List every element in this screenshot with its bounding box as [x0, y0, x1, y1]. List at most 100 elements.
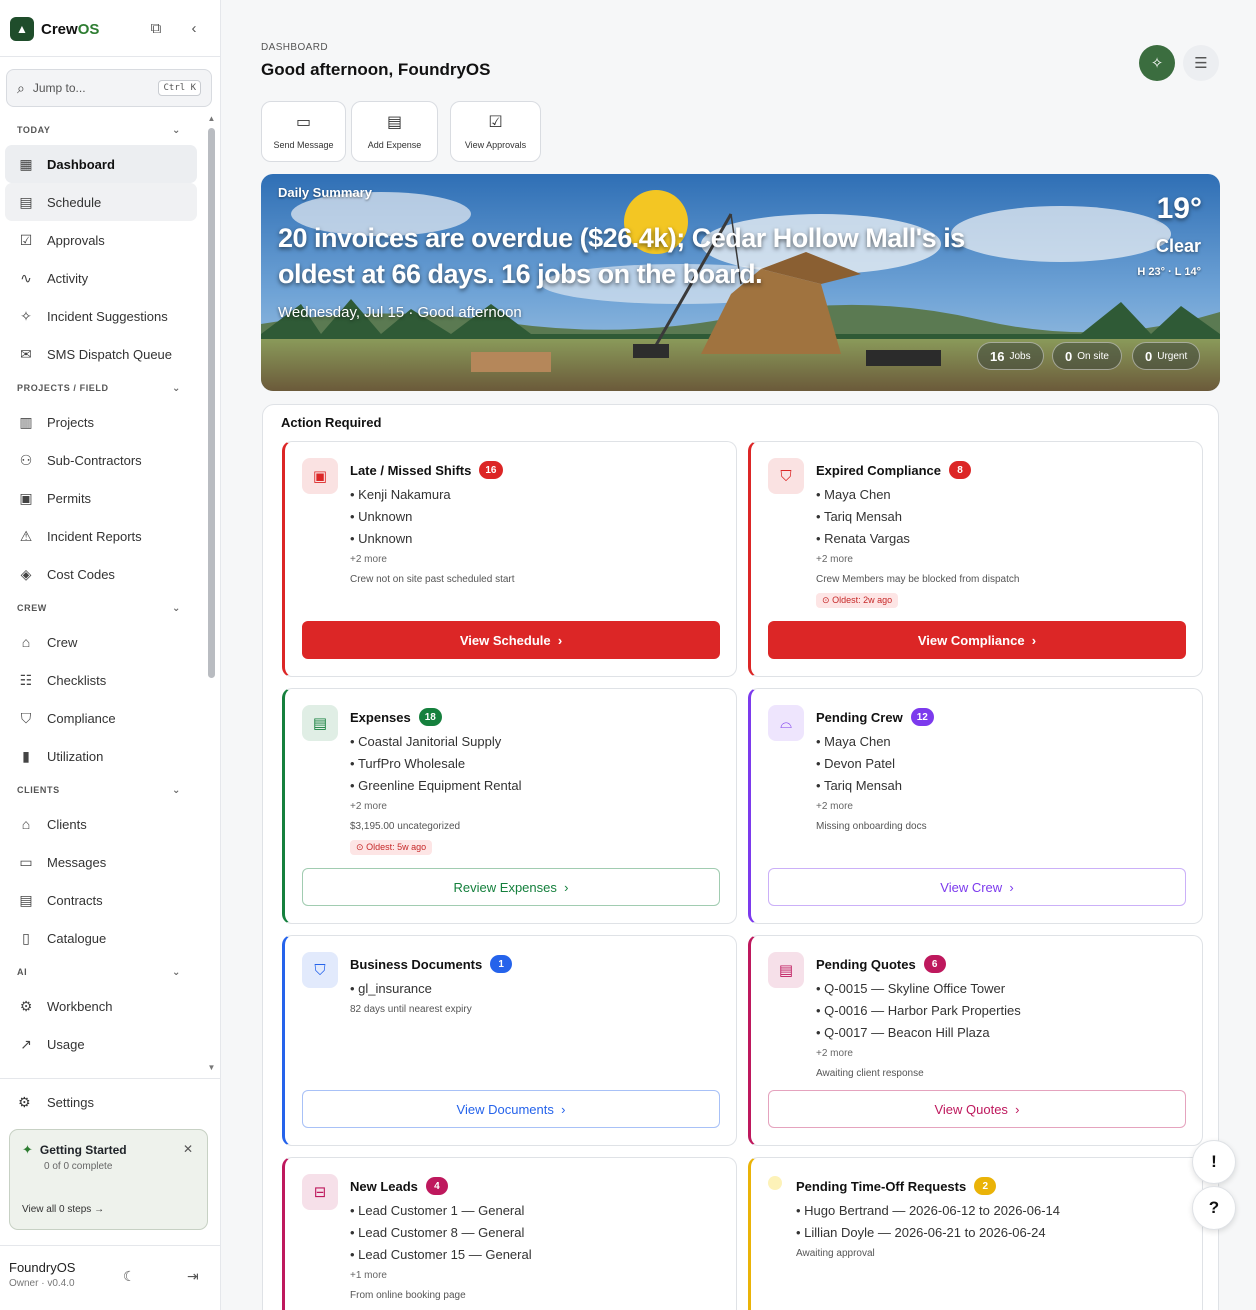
list-item[interactable]: • Tariq Mensah	[816, 506, 1019, 528]
sidebar-item-compliance[interactable]: ⛉ Compliance	[5, 699, 197, 737]
brand[interactable]: ▲ CrewOS	[10, 17, 99, 41]
scroll-thumb[interactable]	[208, 128, 215, 678]
sidebar-item-permits[interactable]: ▣ Permits	[5, 479, 197, 517]
count-badge: 16	[479, 461, 503, 479]
sidebar-item-workbench[interactable]: ⚙ Workbench	[5, 987, 197, 1025]
sidebar-item-checklists[interactable]: ☷ Checklists	[5, 661, 197, 699]
sidebar-item-cost-codes[interactable]: ◈ Cost Codes	[5, 555, 197, 593]
send-message-button[interactable]: ▭ Send Message	[261, 101, 346, 162]
receipt-icon: ▤	[386, 114, 403, 131]
moon-icon[interactable]: ☾	[123, 1268, 136, 1285]
list-item[interactable]: • Greenline Equipment Rental	[350, 775, 522, 797]
search-icon: ⌕	[17, 79, 25, 96]
sidebar-section-clients[interactable]: CLIENTS ⌄	[0, 775, 206, 805]
sidebar-item-catalogue[interactable]: ▯ Catalogue	[5, 919, 197, 957]
view-compliance-button[interactable]: View Compliance ›	[768, 621, 1186, 659]
chevron-right-icon: ›	[1015, 1101, 1020, 1117]
more-link[interactable]: +2 more	[816, 797, 927, 817]
logout-icon[interactable]: ⇥	[187, 1268, 199, 1285]
jobs-chip[interactable]: 16 Jobs	[977, 342, 1044, 370]
list-item[interactable]: • Maya Chen	[816, 731, 927, 753]
list-item[interactable]: • Devon Patel	[816, 753, 927, 775]
sidebar-section-ai[interactable]: AI ⌄	[0, 957, 206, 987]
more-link[interactable]: +1 more	[350, 1266, 532, 1286]
sidebar-scrollbar[interactable]: ▲ ▼	[207, 114, 216, 1073]
incident-reports-icon: ⚠	[19, 527, 33, 544]
compliance-icon: ⛉	[20, 709, 32, 726]
sidebar-item-utilization[interactable]: ▮ Utilization	[5, 737, 197, 775]
list-item[interactable]: • Maya Chen	[816, 484, 1019, 506]
sidebar-item-schedule[interactable]: ▤ Schedule	[5, 183, 197, 221]
list-item[interactable]: • Q-0016 — Harbor Park Properties	[816, 1000, 1021, 1022]
sidebar-item-incident-reports[interactable]: ⚠ Incident Reports	[5, 517, 197, 555]
customize-button[interactable]: ☰	[1183, 45, 1219, 81]
more-link[interactable]: +2 more	[816, 1044, 1021, 1064]
alert-button[interactable]: !	[1192, 1140, 1236, 1184]
sidebar-item-dashboard[interactable]: ▦ Dashboard	[5, 145, 197, 183]
list-item[interactable]: • Lead Customer 1 — General	[350, 1200, 532, 1222]
list-item[interactable]: • Lillian Doyle — 2026-06-21 to 2026-06-…	[796, 1222, 1060, 1244]
sidebar-section-crew[interactable]: CREW ⌄	[0, 593, 206, 623]
checklists-icon: ☷	[19, 671, 33, 688]
more-link[interactable]: +2 more	[350, 550, 515, 570]
action-card-pending-crew: ⌓ Pending Crew 12 • Maya Chen • Devon Patel •…	[748, 688, 1203, 924]
weather-temp: 19°	[1156, 192, 1202, 225]
more-link[interactable]: +2 more	[350, 797, 522, 817]
sidebar-item-usage[interactable]: ↗ Usage	[5, 1025, 197, 1063]
square-arrow-icon[interactable]: ⧉	[145, 17, 167, 39]
list-item[interactable]: • TurfPro Wholesale	[350, 753, 522, 775]
sidebar-item-projects[interactable]: ▥ Projects	[5, 403, 197, 441]
sidebar-item-incident-suggestions[interactable]: ✧ Incident Suggestions	[5, 297, 197, 335]
list-item[interactable]: • Q-0015 — Skyline Office Tower	[816, 978, 1021, 1000]
chevron-down-icon[interactable]: ⌄	[172, 603, 181, 614]
urgent-chip[interactable]: 0 Urgent	[1132, 342, 1201, 370]
sidebar-item-messages[interactable]: ▭ Messages	[5, 843, 197, 881]
list-item[interactable]: • Kenji Nakamura	[350, 484, 515, 506]
messages-icon: ▭	[19, 853, 33, 870]
help-button[interactable]: ?	[1192, 1186, 1236, 1230]
list-item[interactable]: • Tariq Mensah	[816, 775, 927, 797]
sidebar-item-activity[interactable]: ∿ Activity	[5, 259, 197, 297]
sidebar-item-scheduling[interactable]: ▦Scheduling	[5, 1063, 197, 1073]
list-item[interactable]: • Hugo Bertrand — 2026-06-12 to 2026-06-…	[796, 1200, 1060, 1222]
more-link[interactable]: +2 more	[816, 550, 1019, 570]
list-item[interactable]: • Q-0017 — Beacon Hill Plaza	[816, 1022, 1021, 1044]
add-expense-button[interactable]: ▤ Add Expense	[351, 101, 438, 162]
sidebar-item-label: Incident Reports	[47, 528, 142, 544]
view-approvals-button[interactable]: ☑ View Approvals	[450, 101, 541, 162]
list-item[interactable]: • Unknown	[350, 528, 515, 550]
sidebar-item-sms-dispatch-queue[interactable]: ✉ SMS Dispatch Queue	[5, 335, 197, 373]
list-item[interactable]: • Unknown	[350, 506, 515, 528]
view-documents-button[interactable]: View Documents ›	[302, 1090, 720, 1128]
search-input[interactable]: ⌕ Jump to... Ctrl K	[6, 69, 212, 107]
list-item[interactable]: • Renata Vargas	[816, 528, 1019, 550]
chevron-left-icon[interactable]: ‹	[183, 17, 205, 39]
view-schedule-button[interactable]: View Schedule ›	[302, 621, 720, 659]
chevron-down-icon[interactable]: ⌄	[172, 967, 181, 978]
sidebar-section-projects-field[interactable]: PROJECTS / FIELD ⌄	[0, 373, 206, 403]
close-icon[interactable]: ✕	[183, 1142, 193, 1156]
sidebar-item-clients[interactable]: ⌂ Clients	[5, 805, 197, 843]
list-item[interactable]: • Coastal Janitorial Supply	[350, 731, 522, 753]
sidebar-section-today[interactable]: TODAY ⌄	[0, 115, 206, 145]
sidebar-item-sub-contractors[interactable]: ⚇ Sub-Contractors	[5, 441, 197, 479]
ai-sparkle-button[interactable]: ✧	[1139, 45, 1175, 81]
list-item[interactable]: • Lead Customer 15 — General	[350, 1244, 532, 1266]
chevron-down-icon[interactable]: ⌄	[172, 383, 181, 394]
sidebar-item-settings[interactable]: ⚙ Settings	[5, 1083, 205, 1121]
sidebar-item-approvals[interactable]: ☑ Approvals	[5, 221, 197, 259]
scroll-down-icon[interactable]: ▼	[207, 1063, 216, 1072]
scroll-up-icon[interactable]: ▲	[207, 114, 216, 123]
review-expenses-button[interactable]: Review Expenses ›	[302, 868, 720, 906]
list-item[interactable]: • gl_insurance	[350, 978, 472, 1000]
sidebar-item-crew[interactable]: ⌂ Crew	[5, 623, 197, 661]
chevron-down-icon[interactable]: ⌄	[172, 125, 181, 136]
chevron-down-icon[interactable]: ⌄	[172, 785, 181, 796]
view-steps-link[interactable]: View all 0 steps →	[22, 1204, 104, 1215]
view-quotes-button[interactable]: View Quotes ›	[768, 1090, 1186, 1128]
onsite-chip[interactable]: 0 On site	[1052, 342, 1122, 370]
view-crew-button[interactable]: View Crew ›	[768, 868, 1186, 906]
list-item[interactable]: • Lead Customer 8 — General	[350, 1222, 532, 1244]
sidebar-item-contracts[interactable]: ▤ Contracts	[5, 881, 197, 919]
crew-icon: ⌂	[21, 634, 31, 650]
